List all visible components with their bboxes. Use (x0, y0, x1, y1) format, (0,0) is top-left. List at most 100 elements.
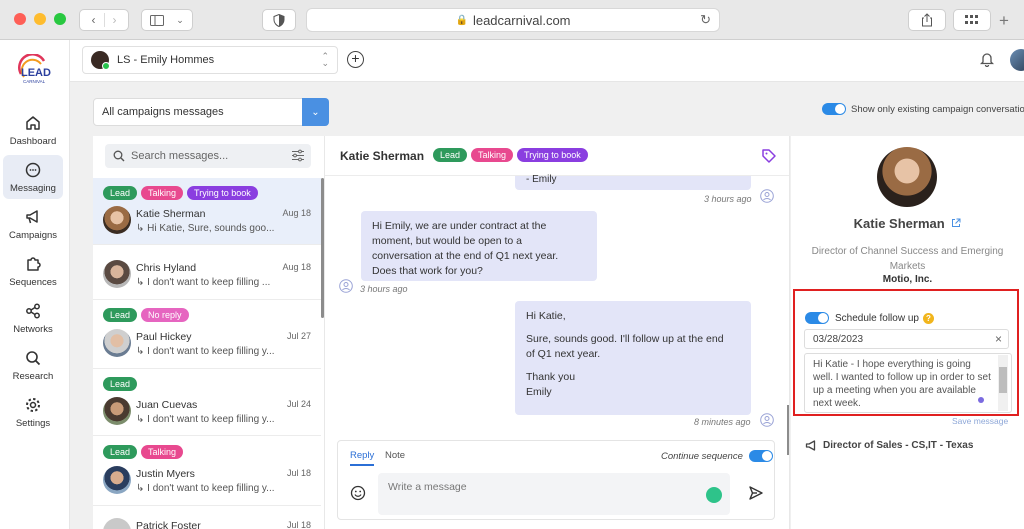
message-line: moment, but would be open to a (372, 235, 523, 247)
save-message-link[interactable]: Save message (952, 416, 1008, 426)
nav-messaging[interactable]: Messaging (3, 155, 63, 199)
maximize-window-button[interactable] (54, 13, 66, 25)
talking-tag: Talking (141, 445, 184, 459)
tab-note[interactable]: Note (385, 450, 405, 461)
lead-tag: Lead (103, 445, 138, 459)
list-item[interactable]: Lead Talking Justin Myers Jul 18 ↳ I don… (93, 436, 321, 506)
lead-tag: Lead (433, 148, 468, 162)
chat-scrollbar[interactable] (787, 405, 789, 455)
trying-to-book-tag: Trying to book (517, 148, 588, 162)
lead-tag: Lead (103, 308, 138, 322)
new-tab-icon[interactable]: + (999, 11, 1009, 31)
follow-up-label: Schedule follow up (835, 312, 919, 324)
url-text: leadcarnival.com (472, 12, 571, 28)
clear-date-icon[interactable]: × (995, 332, 1002, 346)
grammar-assistant-icon[interactable] (706, 487, 722, 503)
nav-research[interactable]: Research (3, 343, 63, 387)
avatar (103, 518, 131, 529)
shield-icon (273, 13, 285, 27)
continue-sequence-toggle[interactable] (748, 450, 773, 462)
nav-label: Networks (13, 323, 53, 335)
close-window-button[interactable] (14, 13, 26, 25)
message-line: of Q1 next year. (526, 348, 601, 360)
list-item[interactable]: Patrick Foster Jul 18 (93, 506, 321, 529)
no-reply-tag: No reply (141, 308, 189, 322)
list-item[interactable]: Lead Juan Cuevas Jul 24 ↳ I don't want t… (93, 369, 321, 436)
nav-networks[interactable]: Networks (3, 296, 63, 340)
lead-tag: Lead (103, 377, 138, 391)
grammar-assistant-icon[interactable] (978, 397, 984, 403)
campaign-select-value: All campaigns messages (102, 106, 224, 118)
user-avatar[interactable] (1010, 49, 1024, 71)
list-item[interactable]: Lead No reply Paul Hickey Jul 27 ↳ I don… (93, 300, 321, 369)
nav-label: Settings (15, 417, 51, 429)
avatar (103, 329, 131, 357)
left-nav: LEAD CARNIVAL Dashboard Messaging Campai… (0, 40, 70, 529)
schedule-follow-up-toggle[interactable] (805, 312, 829, 324)
list-item[interactable]: Lead Talking Trying to book Katie Sherma… (93, 178, 321, 245)
continue-sequence-row: Continue sequence (661, 450, 773, 462)
contact-name: Chris Hyland (136, 262, 197, 274)
nav-label: Messaging (10, 182, 56, 194)
reload-icon[interactable]: ↻ (700, 12, 711, 28)
grid-icon (965, 15, 978, 24)
incoming-message: Hi Emily, we are under contract at the m… (361, 211, 597, 281)
account-name: LS - Emily Hommes (117, 54, 215, 66)
textarea-scrollbar[interactable] (998, 355, 1008, 411)
chevron-down-icon[interactable]: ⌄ (302, 98, 329, 126)
tag-icon[interactable] (761, 148, 777, 164)
help-icon[interactable]: ? (922, 312, 934, 324)
bell-icon[interactable] (980, 51, 994, 67)
updown-chevron-icon: ⌃ ⌄ (321, 51, 329, 68)
message-input[interactable]: Write a message (378, 473, 730, 515)
gear-icon (26, 397, 40, 412)
account-selector[interactable]: LS - Emily Hommes ⌃ ⌄ (82, 46, 338, 74)
filter-sliders-icon[interactable] (291, 149, 305, 162)
back-forward-buttons[interactable]: ‹ › (79, 9, 129, 31)
add-account-button[interactable]: + (347, 51, 364, 68)
forward-icon[interactable]: › (105, 13, 125, 27)
avatar (103, 466, 131, 494)
sidebar-toggle-button[interactable]: ⌄ (141, 9, 193, 31)
conversation-list: Search messages... Lead Talking Trying t… (93, 136, 325, 529)
lead-carnival-logo[interactable]: LEAD CARNIVAL (14, 53, 58, 90)
message-date: Aug 18 (282, 262, 311, 272)
nav-label: Research (12, 370, 54, 382)
message-line: Hi Emily, we are under contract at the (372, 220, 547, 232)
only-existing-toggle-row: Show only existing campaign conversation… (822, 103, 1024, 115)
message-snippet: ↳ I don't want to keep filling y... (136, 346, 275, 357)
list-scrollbar[interactable] (321, 178, 324, 318)
contact-name: Justin Myers (136, 468, 195, 480)
follow-up-label-row: Schedule follow up ? (805, 312, 934, 324)
profile-name-row: Katie Sherman (791, 216, 1024, 231)
chat-contact-name: Katie Sherman (340, 149, 425, 163)
list-item[interactable]: Chris Hyland Aug 18 ↳ I don't want to ke… (93, 245, 321, 300)
external-link-icon[interactable] (951, 218, 961, 228)
share-button[interactable] (908, 9, 946, 31)
share-nodes-icon (26, 303, 40, 318)
app-topbar: LS - Emily Hommes ⌃ ⌄ + (70, 40, 1024, 82)
only-existing-toggle[interactable] (822, 103, 846, 115)
tab-overview-button[interactable] (953, 9, 991, 31)
contact-name: Katie Sherman (136, 208, 206, 220)
follow-up-message-textarea[interactable]: Hi Katie - I hope everything is going we… (804, 353, 1012, 413)
share-icon (922, 13, 932, 27)
address-bar[interactable]: 🔒 leadcarnival.com ↻ (306, 8, 720, 32)
minimize-window-button[interactable] (34, 13, 46, 25)
search-messages[interactable]: Search messages... (105, 144, 311, 168)
campaign-select[interactable]: All campaigns messages ⌄ (93, 98, 329, 126)
only-existing-label: Show only existing campaign conversation… (851, 103, 1024, 115)
privacy-button[interactable] (262, 9, 296, 31)
follow-up-date-input[interactable]: 03/28/2023 × (804, 329, 1009, 349)
back-icon[interactable]: ‹ (84, 13, 105, 27)
search-placeholder: Search messages... (131, 150, 229, 162)
message-date: Jul 18 (286, 520, 311, 529)
nav-sequences[interactable]: Sequences (3, 249, 63, 293)
tab-reply[interactable]: Reply (350, 450, 375, 466)
nav-dashboard[interactable]: Dashboard (3, 108, 63, 152)
send-icon[interactable] (748, 485, 764, 501)
nav-campaigns[interactable]: Campaigns (3, 202, 63, 246)
emoji-icon[interactable] (350, 485, 366, 501)
contact-name: Paul Hickey (136, 331, 192, 343)
nav-settings[interactable]: Settings (3, 390, 63, 434)
